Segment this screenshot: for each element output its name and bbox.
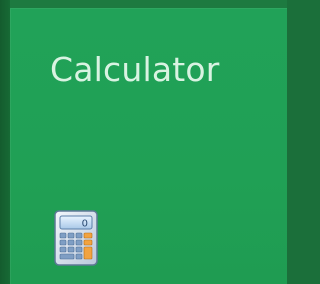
tile-title: Calculator <box>50 50 220 89</box>
adjacent-tile-edge <box>0 0 10 284</box>
calculator-icon: 0 <box>54 210 98 266</box>
start-screen: Calculator 0 <box>0 0 287 284</box>
svg-text:0: 0 <box>82 219 88 230</box>
calculator-tile[interactable]: Calculator 0 <box>10 8 287 284</box>
